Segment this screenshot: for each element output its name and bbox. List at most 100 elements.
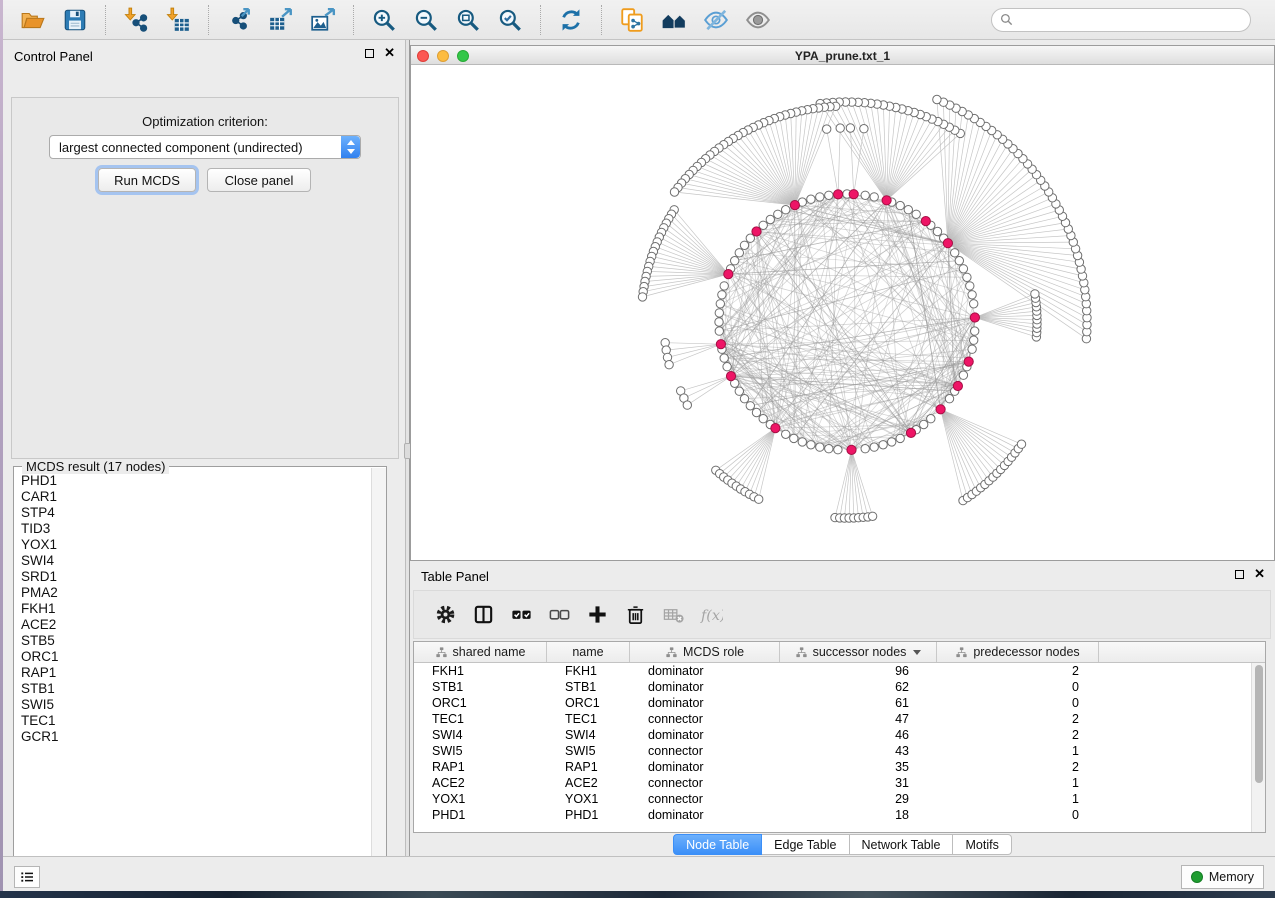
graph-node[interactable] [896, 201, 904, 209]
graph-node[interactable] [959, 265, 967, 273]
import-table-from-file-button[interactable] [157, 4, 199, 36]
mcds-result-item[interactable]: STB1 [15, 681, 371, 697]
tab-motifs[interactable]: Motifs [953, 834, 1011, 855]
close-table-panel-icon[interactable]: ✕ [1254, 569, 1265, 579]
table-row[interactable]: STB1STB1dominator620 [414, 679, 1265, 695]
mcds-result-item[interactable]: FKH1 [15, 601, 371, 617]
zoom-in-button[interactable] [363, 4, 405, 36]
table-row[interactable]: ACE2ACE2connector311 [414, 775, 1265, 791]
mcds-result-item[interactable]: RAP1 [15, 665, 371, 681]
graph-node[interactable] [766, 215, 774, 223]
tab-network-table[interactable]: Network Table [850, 834, 954, 855]
graph-node[interactable] [933, 95, 941, 103]
mcds-graph-node[interactable] [726, 372, 735, 381]
open-session-button[interactable] [12, 4, 54, 36]
graph-node[interactable] [638, 293, 646, 301]
mcds-graph-node[interactable] [921, 217, 930, 226]
graph-node[interactable] [970, 336, 978, 344]
graph-node[interactable] [720, 354, 728, 362]
graph-node[interactable] [782, 206, 790, 214]
graph-node[interactable] [861, 191, 869, 199]
graph-node[interactable] [888, 438, 896, 446]
mcds-graph-node[interactable] [936, 405, 945, 414]
table-row[interactable]: RAP1RAP1dominator352 [414, 759, 1265, 775]
float-panel-icon[interactable] [365, 49, 374, 58]
mcds-result-item[interactable]: GCR1 [15, 729, 371, 745]
table-row[interactable]: ORC1ORC1dominator610 [414, 695, 1265, 711]
graph-node[interactable] [970, 300, 978, 308]
table-row[interactable]: SWI5SWI5connector431 [414, 743, 1265, 759]
network-canvas[interactable] [411, 65, 1274, 560]
graph-node[interactable] [951, 249, 959, 257]
mcds-result-item[interactable]: TEC1 [15, 713, 371, 729]
create-column-button[interactable] [578, 597, 616, 633]
graph-node[interactable] [933, 227, 941, 235]
graph-node[interactable] [731, 257, 739, 265]
zoom-out-button[interactable] [405, 4, 447, 36]
criterion-dropdown[interactable]: largest connected component (undirected) [49, 135, 361, 159]
mcds-graph-node[interactable] [882, 196, 891, 205]
graph-node[interactable] [912, 210, 920, 218]
column-header-shared-name[interactable]: shared name [414, 642, 547, 662]
graph-node[interactable] [816, 193, 824, 201]
network-window-titlebar[interactable]: YPA_prune.txt_1 [411, 46, 1274, 65]
mcds-graph-node[interactable] [716, 340, 725, 349]
mcds-result-item[interactable]: CAR1 [15, 489, 371, 505]
close-panel-icon[interactable]: ✕ [384, 48, 395, 58]
graph-node[interactable] [670, 188, 678, 196]
mcds-list-scrollbar[interactable] [371, 468, 386, 877]
mcds-result-item[interactable]: PMA2 [15, 585, 371, 601]
mcds-result-item[interactable]: YOX1 [15, 537, 371, 553]
zoom-fit-button[interactable] [447, 4, 489, 36]
tab-edge-table[interactable]: Edge Table [762, 834, 849, 855]
graph-node[interactable] [825, 445, 833, 453]
first-neighbors-button[interactable] [653, 4, 695, 36]
task-history-button[interactable] [14, 866, 40, 888]
show-columns-button[interactable] [464, 597, 502, 633]
mcds-result-item[interactable]: PHD1 [15, 473, 371, 489]
table-scrollbar-thumb[interactable] [1255, 665, 1263, 783]
mcds-graph-node[interactable] [943, 239, 952, 248]
graph-node[interactable] [735, 387, 743, 395]
graph-node[interactable] [752, 408, 760, 416]
graph-node[interactable] [683, 401, 691, 409]
mcds-result-item[interactable]: SWI5 [15, 697, 371, 713]
column-header-MCDS-role[interactable]: MCDS role [630, 642, 780, 662]
graph-node[interactable] [798, 438, 806, 446]
mcds-graph-node[interactable] [771, 424, 780, 433]
select-all-button[interactable] [502, 597, 540, 633]
graph-node[interactable] [955, 257, 963, 265]
export-image-button[interactable] [302, 4, 344, 36]
mcds-graph-node[interactable] [953, 381, 962, 390]
graph-node[interactable] [823, 125, 831, 133]
graph-node[interactable] [846, 124, 854, 132]
graph-node[interactable] [774, 210, 782, 218]
zoom-selected-button[interactable] [489, 4, 531, 36]
graph-node[interactable] [968, 291, 976, 299]
table-row[interactable]: SWI4SWI4dominator462 [414, 727, 1265, 743]
graph-node[interactable] [870, 443, 878, 451]
search-input[interactable] [991, 8, 1251, 32]
graph-node[interactable] [715, 318, 723, 326]
column-header-name[interactable]: name [547, 642, 630, 662]
table-scrollbar[interactable] [1251, 663, 1265, 833]
mcds-result-item[interactable]: SRD1 [15, 569, 371, 585]
mcds-graph-node[interactable] [849, 190, 858, 199]
delete-column-button[interactable] [616, 597, 654, 633]
graph-node[interactable] [715, 309, 723, 317]
graph-node[interactable] [904, 206, 912, 214]
mcds-result-item[interactable]: ORC1 [15, 649, 371, 665]
copy-style-button[interactable] [611, 4, 653, 36]
graph-node[interactable] [861, 445, 869, 453]
mcds-graph-node[interactable] [906, 428, 915, 437]
graph-node[interactable] [860, 125, 868, 133]
graph-node[interactable] [963, 273, 971, 281]
graph-node[interactable] [896, 434, 904, 442]
import-network-from-file-button[interactable] [115, 4, 157, 36]
column-header-predecessor-nodes[interactable]: predecessor nodes [937, 642, 1099, 662]
graph-node[interactable] [755, 495, 763, 503]
graph-node[interactable] [790, 434, 798, 442]
graph-node[interactable] [879, 441, 887, 449]
graph-node[interactable] [927, 415, 935, 423]
graph-node[interactable] [718, 291, 726, 299]
